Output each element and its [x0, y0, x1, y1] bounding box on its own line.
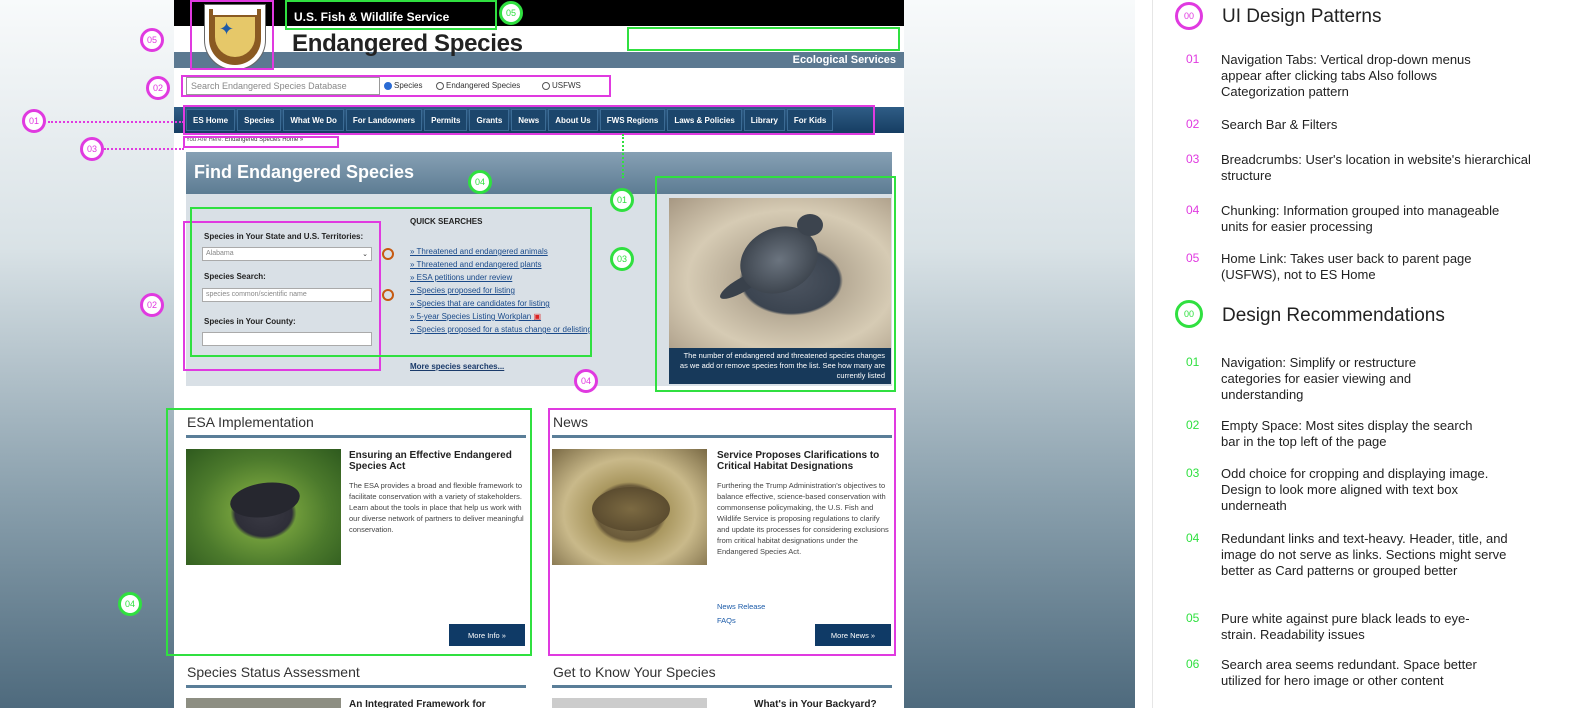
site-title: Endangered Species [292, 30, 523, 57]
recommendation-marker-number: 00 [1183, 309, 1194, 319]
annotation-pin: 05 [499, 1, 523, 25]
annotation-box-search-area [190, 207, 592, 357]
site-subtitle: Ecological Services [792, 54, 896, 66]
pattern-text: Breadcrumbs: User's location in website'… [1221, 152, 1531, 183]
recommendation-number: 01 [1186, 355, 1200, 369]
pin-number: 02 [152, 83, 163, 93]
know-section-title: Get to Know Your Species [553, 664, 716, 680]
annotation-box-news [548, 408, 896, 656]
pattern-number: 02 [1186, 117, 1200, 131]
recommendation-number: 04 [1186, 531, 1200, 545]
more-species-searches-link[interactable]: More species searches... [410, 362, 504, 371]
ssa-thumbnail [186, 698, 341, 708]
annotation-pin: 04 [574, 369, 598, 393]
recommendation-text: Redundant links and text-heavy. Header, … [1221, 531, 1508, 578]
pattern-text: Search Bar & Filters [1221, 117, 1338, 132]
recommendations-title: Design Recommendations [1222, 305, 1445, 326]
pin-number: 01 [616, 195, 627, 205]
recommendation-text: Navigation: Simplify or restructure cate… [1221, 355, 1417, 402]
ssa-card-heading: An Integrated Framework for [349, 699, 486, 708]
annotation-box-black-bar [285, 0, 497, 30]
find-species-title: Find Endangered Species [194, 162, 415, 182]
annotation-leader-nav-rec [622, 134, 624, 178]
recommendation-number: 05 [1186, 611, 1200, 625]
annotation-pin: 01 [22, 109, 46, 133]
annotation-pin: 04 [468, 170, 492, 194]
annotation-pin: 01 [610, 188, 634, 212]
patterns-title: UI Design Patterns [1222, 6, 1382, 27]
section-rule [186, 685, 526, 688]
annotation-pin: 04 [118, 592, 142, 616]
pin-number: 02 [146, 300, 157, 310]
pattern-number: 05 [1186, 251, 1200, 265]
know-card-heading: What's in Your Backyard? [754, 699, 877, 708]
pin-number: 04 [124, 599, 135, 609]
pattern-text: Chunking: Information grouped into manag… [1221, 203, 1500, 234]
annotation-box-home-link [190, 0, 274, 70]
recommendation-marker: 00 [1175, 300, 1203, 328]
top-bar [174, 0, 904, 26]
pin-number: 03 [616, 254, 627, 264]
recommendation-text: Search area seems redundant. Space bette… [1221, 657, 1477, 688]
recommendation-number: 02 [1186, 418, 1200, 432]
annotation-pin: 02 [146, 76, 170, 100]
know-thumbnail [552, 698, 707, 708]
pattern-text: Navigation Tabs: Vertical drop-down menu… [1221, 52, 1471, 99]
section-rule [552, 685, 892, 688]
recommendation-text: Empty Space: Most sites display the sear… [1221, 418, 1473, 449]
annotation-box-search [181, 75, 611, 97]
design-notes-panel [1152, 0, 1572, 708]
annotation-box-nav [183, 105, 875, 135]
annotation-pin: 05 [140, 28, 164, 52]
recommendation-number: 03 [1186, 466, 1200, 480]
annotation-box-esa [166, 408, 532, 656]
pin-number: 05 [505, 8, 516, 18]
pattern-number: 01 [1186, 52, 1200, 66]
pin-number: 04 [580, 376, 591, 386]
pattern-text: Home Link: Takes user back to parent pag… [1221, 251, 1472, 282]
recommendation-number: 06 [1186, 657, 1200, 671]
annotation-box-breadcrumb [183, 136, 339, 148]
pin-number: 04 [474, 177, 485, 187]
recommendation-text: Pure white against pure black leads to e… [1221, 611, 1470, 642]
pin-number: 01 [28, 116, 39, 126]
annotation-pin: 03 [80, 137, 104, 161]
annotation-pin: 02 [140, 293, 164, 317]
annotation-box-empty-space [627, 27, 900, 51]
pin-number: 03 [86, 144, 97, 154]
pin-number: 05 [146, 35, 157, 45]
annotation-box-image [655, 176, 896, 392]
pattern-marker: 00 [1175, 2, 1203, 30]
annotation-leader-breadcrumb [104, 148, 184, 150]
annotation-pin: 03 [610, 247, 634, 271]
ssa-section-title: Species Status Assessment [187, 664, 360, 680]
pattern-number: 03 [1186, 152, 1200, 166]
recommendation-text: Odd choice for cropping and displaying i… [1221, 466, 1489, 513]
annotation-leader-nav [48, 121, 184, 123]
pattern-marker-number: 00 [1183, 11, 1194, 21]
pattern-number: 04 [1186, 203, 1200, 217]
